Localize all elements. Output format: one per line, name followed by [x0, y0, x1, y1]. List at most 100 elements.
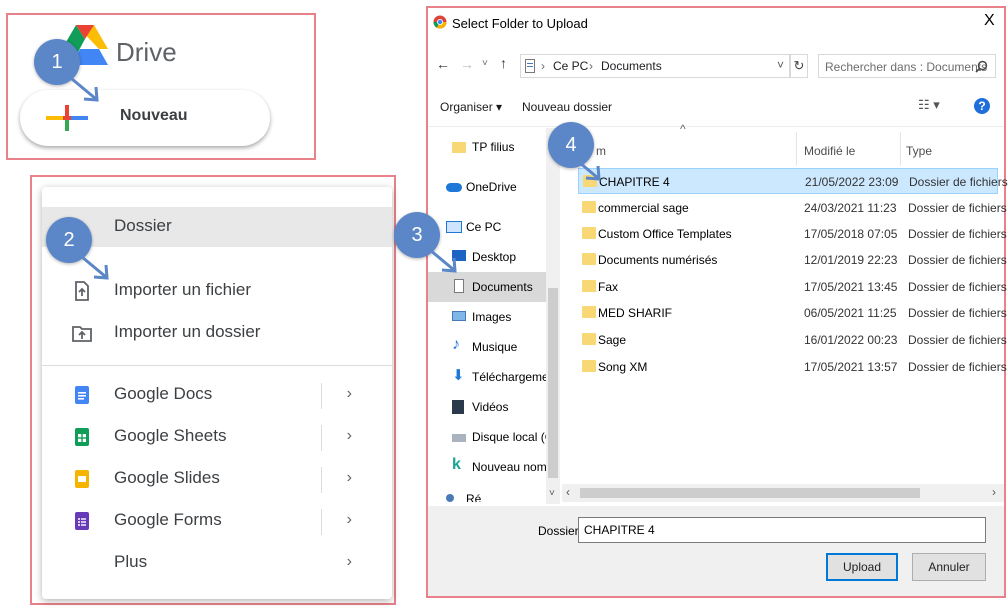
nav-item-images[interactable]: Images — [428, 302, 546, 332]
file-name: Sage — [598, 333, 627, 347]
column-divider — [900, 132, 901, 166]
forward-arrow-icon[interactable]: → — [460, 56, 474, 72]
nav-item-ce-pc[interactable]: Ce PC — [428, 212, 546, 242]
file-date: 12/01/2019 22:23 — [804, 253, 898, 267]
pictures-icon — [452, 311, 466, 321]
file-name: commercial sage — [598, 201, 689, 215]
chevron-right-icon[interactable]: › — [347, 511, 352, 529]
nav-item-music[interactable]: ♪ Musique — [428, 332, 546, 362]
nav-item-local-disk[interactable]: Disque local (C:) — [428, 422, 561, 452]
nav-scrollbar[interactable]: ˅ — [546, 128, 560, 504]
step-arrow-1 — [71, 77, 99, 102]
nav-label: Musique — [472, 340, 518, 354]
menu-item-google-forms[interactable]: Google Forms › — [42, 501, 392, 541]
close-button[interactable]: X — [984, 12, 995, 30]
horizontal-scrollbar[interactable]: ‹ › — [562, 484, 1004, 502]
column-header-type[interactable]: Type — [906, 144, 932, 158]
chevron-right-icon[interactable]: › — [347, 553, 352, 571]
step-arrow-2 — [81, 255, 109, 280]
menu-item-google-docs[interactable]: Google Docs › — [42, 375, 392, 415]
path-dropdown-icon[interactable]: ˅ — [777, 58, 784, 72]
toolbar-divider — [428, 126, 1004, 127]
file-type: Dossier de fichiers — [908, 253, 1007, 267]
nav-item-tp-filius[interactable]: TP filius — [428, 132, 546, 162]
chevron-right-icon[interactable]: › — [347, 469, 352, 487]
path-segment-documents[interactable]: Documents — [601, 59, 662, 73]
file-date: 17/05/2018 07:05 — [804, 227, 898, 241]
nav-label: TP filius — [472, 140, 515, 154]
network-icon — [446, 494, 454, 502]
back-arrow-icon[interactable]: ← — [436, 56, 450, 72]
menu-item-google-slides[interactable]: Google Slides › — [42, 459, 392, 499]
file-row[interactable]: Custom Office Templates 17/05/2018 07:05… — [578, 221, 1007, 247]
nav-item-new-volume[interactable]: k Nouveau nom (I — [428, 452, 557, 482]
nav-item-videos[interactable]: Vidéos — [428, 392, 546, 422]
search-input[interactable]: Rechercher dans : Documents — [818, 54, 996, 78]
nav-item-onedrive[interactable]: OneDrive — [428, 172, 546, 202]
help-icon[interactable]: ? — [974, 98, 990, 114]
menu-item-label: Plus — [114, 552, 148, 571]
folder-name-value: CHAPITRE 4 — [584, 523, 655, 537]
folder-name-input[interactable]: CHAPITRE 4 — [578, 517, 986, 543]
organize-button[interactable]: Organiser ▾ — [440, 100, 502, 114]
file-name: Song XM — [598, 360, 648, 374]
nav-label: OneDrive — [466, 180, 517, 194]
file-row-selected[interactable]: CHAPITRE 4 21/05/2022 23:09 Dossier de f… — [578, 168, 1008, 194]
path-segment-ce-pc[interactable]: Ce PC — [553, 59, 588, 73]
search-placeholder: Rechercher dans : Documents — [825, 60, 988, 74]
drive-disk-icon — [452, 434, 466, 442]
google-docs-icon — [75, 386, 89, 404]
scroll-down-icon[interactable]: ˅ — [549, 488, 555, 499]
recent-dropdown-icon[interactable]: ˅ — [482, 58, 488, 69]
scroll-left-icon[interactable]: ‹ — [566, 485, 570, 499]
chevron-right-icon[interactable]: › — [347, 385, 352, 403]
file-row[interactable]: Sage 16/01/2022 00:23 Dossier de fichier… — [578, 327, 1007, 353]
nav-label: Documents — [472, 280, 533, 294]
address-bar[interactable]: › Ce PC › Documents ˅ — [520, 54, 790, 78]
file-type: Dossier de fichiers — [908, 360, 1007, 374]
folder-upload-icon — [72, 326, 92, 342]
chrome-icon — [433, 15, 447, 29]
menu-item-more[interactable]: Plus › — [42, 543, 392, 583]
nav-item-documents[interactable]: Documents — [428, 272, 546, 302]
k-app-icon: k — [452, 456, 461, 473]
file-upload-icon — [75, 281, 89, 301]
file-row[interactable]: Song XM 17/05/2021 13:57 Dossier de fich… — [578, 354, 1007, 380]
folder-icon — [582, 201, 596, 213]
menu-item-folder[interactable]: Dossier — [42, 207, 392, 247]
new-menu: Dossier Importer un fichier Importer un … — [42, 187, 392, 599]
up-arrow-icon[interactable]: ↑ — [500, 55, 507, 71]
horizontal-scrollbar-thumb[interactable] — [580, 488, 920, 498]
nav-scrollbar-thumb[interactable] — [548, 288, 558, 478]
file-type: Dossier de fichiers — [908, 333, 1007, 347]
view-options-icon[interactable]: ☷ ▾ — [918, 97, 940, 113]
step-arrow-4 — [573, 156, 601, 181]
file-name: CHAPITRE 4 — [599, 175, 670, 189]
menu-item-google-sheets[interactable]: Google Sheets › — [42, 417, 392, 457]
folder-icon — [582, 280, 596, 292]
file-name: MED SHARIF — [598, 306, 673, 320]
video-icon — [452, 400, 464, 414]
refresh-icon[interactable]: ↻ — [790, 54, 808, 78]
scroll-right-icon[interactable]: › — [992, 485, 996, 499]
document-icon — [525, 59, 535, 73]
navigation-pane: TP filius OneDrive Ce PC Desktop Documen… — [428, 128, 561, 506]
nav-item-network[interactable]: Ré — [428, 482, 546, 502]
file-date: 17/05/2021 13:45 — [804, 280, 898, 294]
chevron-right-icon[interactable]: › — [347, 427, 352, 445]
drive-title: Drive — [116, 37, 177, 67]
menu-item-upload-folder[interactable]: Importer un dossier — [42, 313, 392, 353]
nav-label: Images — [472, 310, 512, 324]
file-row[interactable]: Fax 17/05/2021 13:45 Dossier de fichiers — [578, 274, 1007, 300]
column-header-modified[interactable]: Modifié le — [804, 144, 855, 158]
upload-button[interactable]: Upload — [826, 553, 898, 581]
file-type: Dossier de fichiers — [908, 227, 1007, 241]
step-arrow-3 — [429, 248, 457, 273]
new-folder-button[interactable]: Nouveau dossier — [522, 100, 612, 114]
file-row[interactable]: commercial sage 24/03/2021 11:23 Dossier… — [578, 195, 1007, 221]
file-row[interactable]: MED SHARIF 06/05/2021 11:25 Dossier de f… — [578, 300, 1007, 326]
file-row[interactable]: Documents numérisés 12/01/2019 22:23 Dos… — [578, 247, 1007, 273]
cancel-button[interactable]: Annuler — [912, 553, 986, 581]
nav-item-downloads[interactable]: ⬇ Téléchargement — [428, 362, 559, 392]
menu-vertical-divider — [321, 425, 322, 451]
